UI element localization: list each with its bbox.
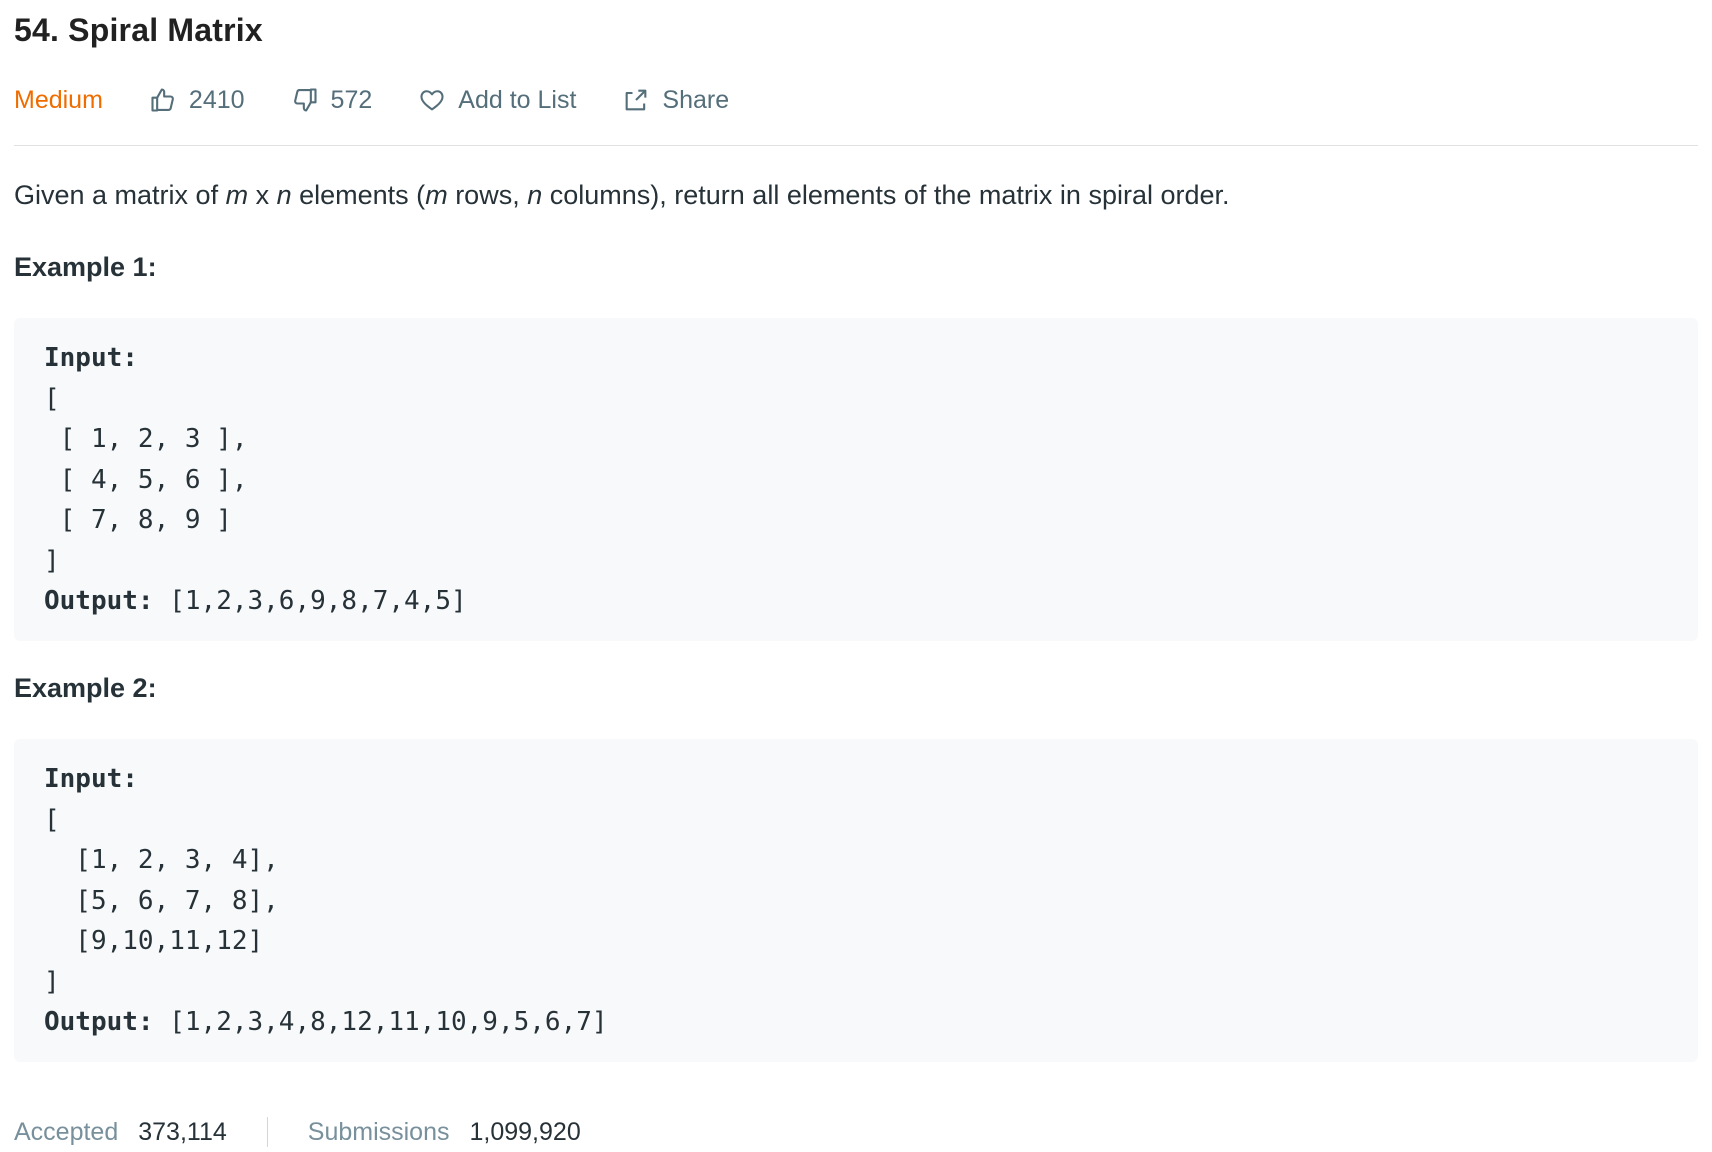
example-1-output-line: Output: [1,2,3,6,9,8,7,4,5]: [44, 581, 1668, 622]
example-2-heading: Example 2:: [14, 673, 157, 703]
accepted-value: 373,114: [138, 1117, 227, 1146]
share-icon: [626, 89, 647, 111]
like-button[interactable]: 2410: [149, 86, 245, 115]
example-1-input-line: [ 1, 2, 3 ],: [44, 424, 248, 454]
thumbs-up-icon: [151, 88, 174, 112]
example-2-input-line: [5, 6, 7, 8],: [44, 885, 279, 916]
problem-page: { "problem": { "title": "54. Spiral Matr…: [0, 0, 1712, 1147]
submissions-label: Submissions: [307, 1117, 450, 1146]
example-2-input-line: ]: [44, 966, 60, 997]
example-1-input-label: Input:: [44, 343, 138, 373]
submissions-value: 1,099,920: [469, 1117, 581, 1146]
add-to-list-button[interactable]: Add to List: [418, 86, 576, 115]
example-2-output-label: Output:: [44, 1007, 154, 1037]
problem-title: 54. Spiral Matrix: [14, 12, 263, 48]
example-1-code-block: Input: [ [ 1, 2, 3 ], [ 4, 5, 6 ], [ 7, 8…: [14, 318, 1698, 641]
dislike-count: 572: [330, 85, 373, 114]
example-1-input-line: [ 7, 8, 9 ]: [44, 505, 232, 535]
difficulty-badge: Medium: [14, 85, 103, 114]
example-2-input-line: [: [44, 804, 60, 835]
example-1-output-value: [1,2,3,6,9,8,7,4,5]: [153, 586, 467, 616]
accepted-label: Accepted: [14, 1117, 119, 1146]
add-to-list-label: Add to List: [458, 85, 577, 114]
problem-description: Given a matrix of m x n elements (m rows…: [14, 180, 1230, 210]
dislike-button[interactable]: 572: [291, 85, 373, 115]
example-1-heading: Example 1:: [14, 252, 157, 282]
example-1-input-line: [ 4, 5, 6 ],: [44, 464, 248, 495]
stats-divider: [266, 1117, 268, 1147]
example-2-input-line: [9,10,11,12]: [44, 926, 264, 956]
example-2-output-value: [1,2,3,4,8,12,11,10,9,5,6,7]: [153, 1007, 608, 1037]
header-divider: [14, 145, 1698, 146]
example-2-input-label: Input:: [44, 764, 138, 794]
share-button[interactable]: Share: [622, 86, 729, 115]
like-count: 2410: [188, 85, 245, 114]
example-1-input-line: [: [44, 383, 60, 414]
share-label: Share: [662, 85, 730, 114]
example-2-code-block: Input: [ [1, 2, 3, 4], [5, 6, 7, 8], [9,1…: [14, 739, 1698, 1062]
example-1-output-label: Output:: [44, 586, 154, 616]
example-2-input-line: [1, 2, 3, 4],: [44, 845, 279, 875]
problem-meta-bar: Medium 2410 572 Add to List Share: [14, 80, 729, 120]
heart-icon: [420, 90, 444, 111]
example-1-input-line: ]: [44, 545, 60, 576]
thumbs-down-icon: [293, 88, 317, 112]
example-2-output-line: Output: [1,2,3,4,8,12,11,10,9,5,6,7]: [44, 1002, 1668, 1043]
submission-stats: Accepted 373,114 Submissions 1,099,920: [14, 1112, 581, 1152]
